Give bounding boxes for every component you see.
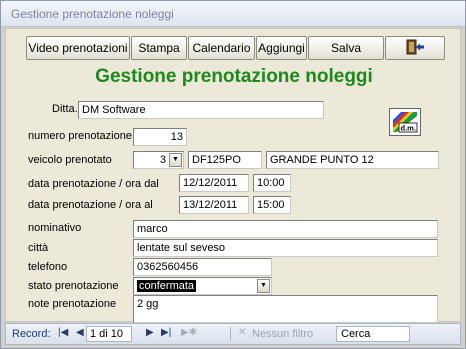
- exit-door-icon: [405, 39, 425, 58]
- ora-al-field[interactable]: 15:00: [253, 196, 291, 214]
- numero-prenotazione-field[interactable]: 13: [133, 128, 187, 146]
- aggiungi-button[interactable]: Aggiungi: [256, 36, 307, 60]
- chevron-down-icon[interactable]: ▼: [169, 153, 182, 167]
- stampa-button[interactable]: Stampa: [131, 36, 187, 60]
- numero-prenotazione-label: numero prenotazione: [28, 130, 132, 142]
- ditta-field[interactable]: DM Software: [78, 101, 324, 119]
- record-navigation-bar: Record: |◀ ◀ 1 di 10 ▶ ▶| ▶✱ ✕ Nessun fi…: [5, 323, 461, 345]
- record-nav-prev-icon[interactable]: ◀: [76, 327, 84, 338]
- booking-form: Video prenotazioni Stampa Calendario Agg…: [5, 28, 461, 323]
- ora-dal-field[interactable]: 10:00: [253, 174, 291, 192]
- ditta-label: Ditta.:: [52, 103, 81, 115]
- window-title: Gestione prenotazione noleggi: [11, 7, 174, 21]
- veicolo-modello-field[interactable]: GRANDE PUNTO 12: [266, 151, 439, 169]
- chevron-down-icon[interactable]: ▼: [257, 279, 270, 293]
- record-nav-first-icon[interactable]: |◀: [58, 327, 68, 338]
- dm-logo-icon: d.m.: [389, 108, 421, 136]
- data-dal-label: data prenotazione / ora dal: [28, 178, 159, 190]
- veicolo-prenotato-label: veicolo prenotato: [28, 154, 112, 166]
- citta-field[interactable]: lentate sul seveso: [133, 239, 438, 257]
- app-window: Gestione prenotazione noleggi Video pren…: [0, 0, 466, 349]
- citta-label: città: [28, 242, 49, 254]
- note-prenotazione-field[interactable]: 2 gg: [133, 295, 438, 323]
- record-new-icon[interactable]: ▶✱: [181, 327, 197, 338]
- data-al-label: data prenotazione / ora al: [28, 199, 153, 211]
- svg-text:d.m.: d.m.: [401, 124, 416, 133]
- filter-icon[interactable]: ✕: [238, 327, 246, 338]
- record-label: Record:: [12, 328, 51, 340]
- calendario-button[interactable]: Calendario: [188, 36, 255, 60]
- record-nav-next-icon[interactable]: ▶: [146, 327, 154, 338]
- stato-prenotazione-value: confermata: [137, 280, 197, 292]
- telefono-label: telefono: [28, 261, 68, 273]
- form-heading: Gestione prenotazione noleggi: [95, 66, 373, 87]
- nominativo-label: nominativo: [28, 222, 82, 234]
- exit-button[interactable]: [385, 36, 445, 60]
- stato-prenotazione-label: stato prenotazione: [28, 280, 119, 292]
- stato-prenotazione-select[interactable]: confermata ▼: [133, 277, 272, 295]
- veicolo-id-value: 3: [159, 154, 166, 166]
- veicolo-id-select[interactable]: 3 ▼: [133, 151, 184, 169]
- data-al-field[interactable]: 13/12/2011: [179, 196, 249, 214]
- telefono-field[interactable]: 0362560456: [133, 258, 272, 276]
- video-prenotazioni-button[interactable]: Video prenotazioni: [26, 36, 130, 60]
- data-dal-field[interactable]: 12/12/2011: [179, 174, 249, 192]
- salva-button[interactable]: Salva: [308, 36, 384, 60]
- nominativo-field[interactable]: marco: [133, 220, 438, 238]
- search-input[interactable]: Cerca: [336, 326, 410, 342]
- separator: [230, 327, 231, 341]
- record-number-field[interactable]: 1 di 10: [86, 326, 132, 342]
- veicolo-targa-field[interactable]: DF125PO: [188, 151, 262, 169]
- note-prenotazione-label: note prenotazione: [28, 298, 117, 310]
- record-nav-last-icon[interactable]: ▶|: [161, 327, 171, 338]
- filter-status-button[interactable]: Nessun filtro: [252, 328, 313, 340]
- title-bar: Gestione prenotazione noleggi: [1, 1, 465, 27]
